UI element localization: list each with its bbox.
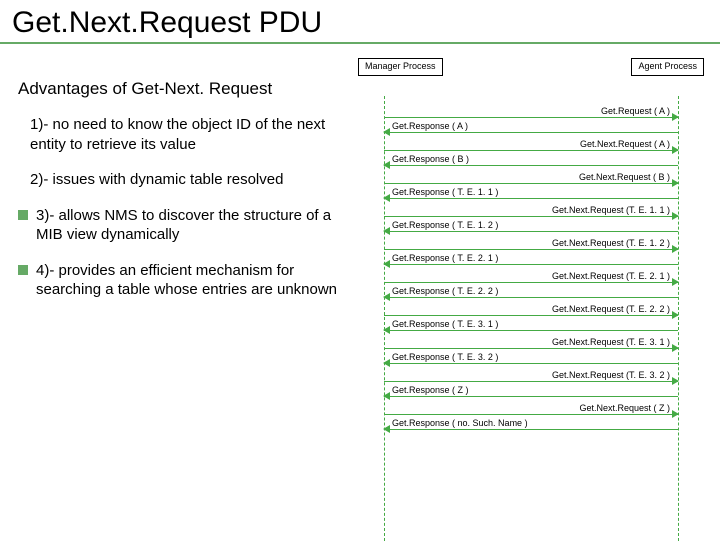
bullet-icon	[18, 265, 28, 275]
point-2: 2)- issues with dynamic table resolved	[30, 170, 338, 190]
seq-label: Get.Next.Request ( Z )	[579, 403, 670, 413]
seq-label: Get.Response ( T. E. 1. 2 )	[392, 220, 498, 230]
seq-label: Get.Next.Request (T. E. 1. 1 )	[552, 205, 670, 215]
seq-label: Get.Next.Request (T. E. 2. 2 )	[552, 304, 670, 314]
title-bar: Get.Next.Request PDU	[0, 0, 720, 44]
agent-box: Agent Process	[631, 58, 704, 76]
seq-label: Get.Response ( T. E. 2. 2 )	[392, 286, 498, 296]
point-1: 1)- no need to know the object ID of the…	[30, 115, 338, 154]
seq-arrow: Get.Response ( T. E. 2. 2 )	[384, 292, 678, 302]
seq-arrow: Get.Response ( T. E. 3. 1 )	[384, 325, 678, 335]
seq-label: Get.Response ( T. E. 3. 1 )	[392, 319, 498, 329]
bullet-icon	[18, 210, 28, 220]
seq-arrow: Get.Response ( A )	[384, 127, 678, 137]
seq-label: Get.Response ( no. Such. Name )	[392, 418, 528, 428]
seq-label: Get.Response ( A )	[392, 121, 468, 131]
seq-label: Get.Response ( B )	[392, 154, 469, 164]
seq-arrow: Get.Response ( B )	[384, 160, 678, 170]
seq-label: Get.Next.Request (T. E. 2. 1 )	[552, 271, 670, 281]
seq-arrow: Get.Response ( T. E. 1. 1 )	[384, 193, 678, 203]
point-3: 3)- allows NMS to discover the structure…	[18, 206, 338, 245]
manager-box: Manager Process	[358, 58, 443, 76]
seq-arrow: Get.Response ( T. E. 3. 2 )	[384, 358, 678, 368]
seq-label: Get.Response ( Z )	[392, 385, 469, 395]
sequence-diagram: Manager Process Agent Process Get.Reques…	[338, 52, 712, 300]
seq-label: Get.Response ( T. E. 1. 1 )	[392, 187, 498, 197]
seq-label: Get.Next.Request (T. E. 1. 2 )	[552, 238, 670, 248]
seq-arrow: Get.Response ( T. E. 1. 2 )	[384, 226, 678, 236]
seq-label: Get.Next.Request ( A )	[580, 139, 670, 149]
seq-label: Get.Response ( T. E. 3. 2 )	[392, 352, 498, 362]
seq-arrow: Get.Response ( Z )	[384, 391, 678, 401]
seq-label: Get.Response ( T. E. 2. 1 )	[392, 253, 498, 263]
seq-label: Get.Next.Request ( B )	[579, 172, 670, 182]
slide-title: Get.Next.Request PDU	[12, 6, 708, 40]
subheading: Advantages of Get-Next. Request	[18, 78, 338, 99]
seq-arrow: Get.Response ( T. E. 2. 1 )	[384, 259, 678, 269]
seq-arrow: Get.Response ( no. Such. Name )	[384, 424, 678, 434]
seq-label: Get.Next.Request (T. E. 3. 1 )	[552, 337, 670, 347]
seq-label: Get.Next.Request (T. E. 3. 2 )	[552, 370, 670, 380]
point-4: 4)- provides an efficient mechanism for …	[18, 261, 338, 300]
seq-label: Get.Request ( A )	[601, 106, 670, 116]
